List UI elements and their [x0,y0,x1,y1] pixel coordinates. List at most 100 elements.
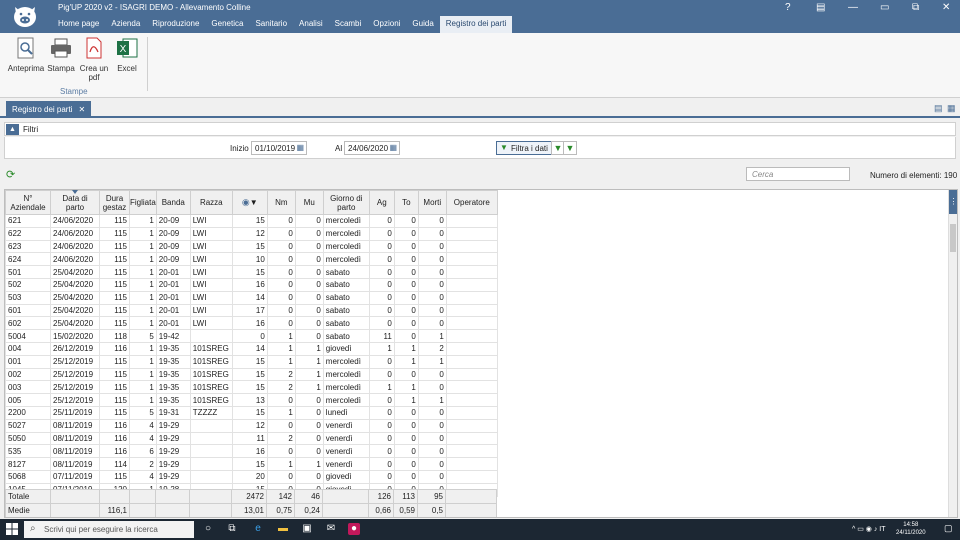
table-cell: 0 [294,277,324,292]
file-explorer-icon[interactable]: ▬ [277,523,289,535]
menu-item[interactable]: Registro dei parti [439,16,513,33]
column-header[interactable]: Dura gestaz [99,190,130,215]
table-row[interactable]: 602 25/04/2020 115 1 20-01 LWI 16 0 0 sabato 0 0 0 [5,316,498,331]
calendar-icon[interactable]: ▦ [296,143,304,152]
table-row[interactable]: 624 24/06/2020 115 1 20-09 LWI 10 0 0 mercoledì 0 0… [5,252,498,267]
search-input[interactable]: Cerca [746,167,850,181]
table-cell: 0 [417,277,447,292]
menu-item[interactable]: Analisi [293,16,329,33]
collapse-icon[interactable]: ▲ [6,124,19,135]
operator-cell [445,290,498,305]
scroll-thumb[interactable] [950,224,956,252]
notifications-icon[interactable]: ▢ [944,523,953,534]
menu-item[interactable]: Guida [406,16,439,33]
help-icon[interactable]: ? [785,2,791,13]
table-cell: 0 [368,226,395,241]
menu-item[interactable]: Sanitario [249,16,293,33]
pigup-app-icon[interactable]: ● [348,523,360,535]
end-date-input[interactable]: 24/06/2020 ▦ [344,141,400,155]
table-cell: 1 [129,354,157,369]
column-header[interactable]: Morti [417,190,447,215]
table-cell: 15 [231,405,268,420]
table-row[interactable]: 003 25/12/2019 115 1 19-35 101SREG 15 2 1 mercole… [5,380,498,395]
excel-button[interactable]: X Excel [107,37,147,73]
table-cell: 15 [231,457,268,471]
restore-icon[interactable]: ▭ [880,2,889,13]
clear-filter-icon[interactable]: ▼ [563,141,577,155]
menu-item[interactable]: Azienda [105,16,146,33]
filter-header-label: Filtri [23,125,39,134]
grid-view-icon[interactable]: ▦ [947,103,956,114]
close-icon[interactable]: ✕ [942,2,950,13]
table-cell: 4 [129,431,157,446]
column-header[interactable]: Data di parto [50,190,100,215]
table-row[interactable]: 5004 15/02/2020 118 5 19-42 0 1 0 sabato 11 0 1 [5,329,498,343]
layout-icon[interactable]: ▤ [934,103,943,114]
table-cell: 5004 [5,329,51,343]
totals-cell [189,489,232,504]
start-date-input[interactable]: 01/10/2019 ▦ [251,141,307,155]
cortana-icon[interactable]: ○ [202,523,214,535]
menu-item[interactable]: Genetica [205,16,249,33]
column-header[interactable]: Razza [189,190,233,215]
store-icon[interactable]: ▣ [301,523,313,535]
refresh-icon[interactable]: ⟳ [6,168,15,181]
table-row[interactable]: 5050 08/11/2019 116 4 19-29 11 2 0 venerdì 0 0 0 [5,431,498,446]
table-row[interactable]: 5027 08/11/2019 116 4 19-29 12 0 0 venerdì 0 0 0 [5,418,498,433]
table-row[interactable]: 2200 25/11/2019 115 5 19-31 TZZZZ 15 1 0 lunedì 0 0… [5,405,498,420]
column-header[interactable]: N° Aziendale [5,190,51,215]
minimize-icon[interactable]: — [848,2,858,13]
mail-icon[interactable]: ✉ [325,523,337,535]
table-row[interactable]: 501 25/04/2020 115 1 20-01 LWI 15 0 0 sabato 0 0 0 [5,265,498,279]
table-row[interactable]: 623 24/06/2020 115 1 20-09 LWI 15 0 0 mercoledì 0 0… [5,239,498,254]
table-row[interactable]: 005 25/12/2019 115 1 19-35 101SREG 13 0 0 mercole… [5,393,498,407]
column-header[interactable]: Figliata [129,190,157,215]
column-header[interactable]: To [393,190,419,215]
column-header[interactable]: Ag [368,190,395,215]
column-header[interactable]: ◉▼ [231,190,268,215]
edge-icon[interactable]: e [252,523,264,535]
table-row[interactable]: 503 25/04/2020 115 1 20-01 LWI 14 0 0 sabato 0 0 0 [5,290,498,305]
table-row[interactable]: 004 26/12/2019 116 1 19-35 101SREG 14 1 1 giovedì… [5,341,498,356]
close-tab-icon[interactable]: ✕ [78,105,85,114]
table-cell: 0 [368,316,395,331]
tab-registro-parti[interactable]: Registro dei parti ✕ [6,101,92,118]
calendar-icon[interactable]: ▦ [389,143,397,152]
column-header[interactable]: Mu [294,190,324,215]
taskbar-search-input[interactable]: ⌕ Scrivi qui per eseguire la ricerca [24,521,194,538]
menu-item[interactable]: Scambi [329,16,368,33]
table-row[interactable]: 601 25/04/2020 115 1 20-01 LWI 17 0 0 sabato 0 0 0 [5,303,498,318]
end-date-value: 24/06/2020 [348,144,389,153]
table-cell [189,444,233,459]
column-header[interactable]: Giorno di parto [322,190,370,215]
vertical-scrollbar[interactable]: ⋮ [948,190,957,517]
menu-item[interactable]: Riproduzione [146,16,205,33]
table-row[interactable]: 8127 08/11/2019 114 2 19-29 15 1 1 venerdì 0 0 0 [5,457,498,471]
column-header[interactable]: Banda [155,190,191,215]
windows-start-icon[interactable] [6,523,18,535]
menu-item[interactable]: Home page [52,16,105,33]
preview-button[interactable]: Anteprima [6,37,46,73]
column-header[interactable]: Operatore [445,190,498,215]
notes-icon[interactable]: ▤ [816,2,825,13]
count-value: 190 [943,171,958,180]
table-row[interactable]: 622 24/06/2020 115 1 20-09 LWI 12 0 0 mercoledì 0 0… [5,226,498,241]
column-header[interactable]: Nm [266,190,296,215]
table-row[interactable]: 002 25/12/2019 115 1 19-35 101SREG 15 2 1 mercole… [5,367,498,382]
table-row[interactable]: 001 25/12/2019 115 1 19-35 101SREG 15 1 1 mercole… [5,354,498,369]
filter-panel-header[interactable]: ▲ Filtri [4,122,956,136]
table-cell: 0 [368,444,395,459]
menu-item[interactable]: Opzioni [367,16,406,33]
table-row[interactable]: 5068 07/11/2019 115 4 19-29 20 0 0 giovedì 0 0 0 [5,469,498,484]
dropdown-icon[interactable]: ▼ [250,198,258,207]
task-view-icon[interactable]: ⧉ [226,523,238,535]
table-cell: 101SREG [189,380,233,395]
column-type-icon[interactable]: ◉ [242,197,250,207]
table-cell: 0 [294,431,324,446]
column-chooser-icon[interactable]: ⋮ [949,190,957,214]
restore-window-icon[interactable]: ⧉ [912,2,919,13]
table-row[interactable]: 535 08/11/2019 116 6 19-29 16 0 0 venerdì 0 0 0 [5,444,498,459]
table-row[interactable]: 502 25/04/2020 115 1 20-01 LWI 16 0 0 sabato 0 0 0 [5,277,498,292]
filter-data-button[interactable]: ▼ Filtra i dati [496,141,553,155]
table-row[interactable]: 621 24/06/2020 115 1 20-09 LWI 15 0 0 mercoledì 0 0… [5,214,498,228]
